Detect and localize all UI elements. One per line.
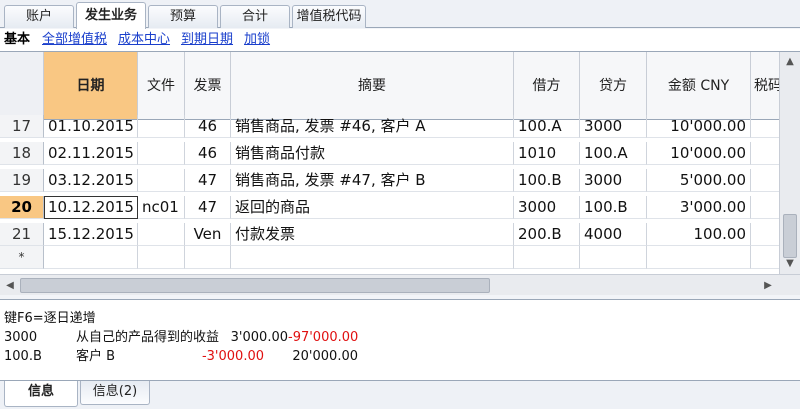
scroll-down-icon[interactable]: ▼ bbox=[782, 256, 798, 272]
cell-debit[interactable] bbox=[514, 246, 580, 269]
view-current[interactable]: 基本 bbox=[4, 29, 30, 51]
column-header-amount[interactable]: 金额 CNY bbox=[647, 52, 751, 120]
row-number[interactable]: 20 bbox=[0, 196, 44, 219]
table-row-selected[interactable]: 20 10.12.2015 nc01 47 返回的商品 3000 100.B 3… bbox=[0, 196, 800, 219]
scroll-left-icon[interactable]: ◀ bbox=[2, 277, 18, 295]
view-link-all-vat[interactable]: 全部增值税 bbox=[42, 29, 107, 51]
tab-info-2[interactable]: 信息(2) bbox=[80, 381, 150, 405]
cell-credit[interactable]: 3000 bbox=[580, 115, 647, 138]
cell-doc[interactable] bbox=[138, 142, 185, 165]
row-number[interactable]: 21 bbox=[0, 223, 44, 246]
cell-amount[interactable]: 100.00 bbox=[647, 223, 751, 246]
cell-invoice[interactable]: Ven bbox=[185, 223, 231, 246]
cell-date-focused[interactable]: 10.12.2015 bbox=[44, 196, 138, 219]
cell-description[interactable]: 付款发票 bbox=[231, 223, 514, 246]
column-header-credit[interactable]: 贷方 bbox=[580, 52, 647, 120]
cell-date[interactable]: 03.12.2015 bbox=[44, 169, 138, 192]
cell-date[interactable]: 01.10.2015 bbox=[44, 115, 138, 138]
cell-amount[interactable]: 10'000.00 bbox=[647, 142, 751, 165]
info-line: 100.B 客户 B -3'000.00 20'000.00 bbox=[4, 348, 384, 365]
cell-date[interactable] bbox=[44, 246, 138, 269]
cell-description[interactable] bbox=[231, 246, 514, 269]
cell-debit[interactable]: 3000 bbox=[514, 196, 580, 219]
row-number[interactable]: * bbox=[0, 246, 44, 269]
table-row[interactable]: 18 02.11.2015 46 销售商品付款 1010 100.A 10'00… bbox=[0, 142, 800, 165]
row-number[interactable]: 18 bbox=[0, 142, 44, 165]
view-link-cost-center[interactable]: 成本中心 bbox=[118, 29, 170, 51]
info-balance: 20'000.00 bbox=[292, 349, 358, 364]
info-balance: -97'000.00 bbox=[288, 330, 359, 345]
info-hint: 键F6=逐日递增 bbox=[4, 311, 96, 326]
cell-description[interactable]: 销售商品付款 bbox=[231, 142, 514, 165]
app-window: 账户 发生业务 预算 合计 增值税代码 基本 全部增值税 成本中心 到期日期 加… bbox=[0, 0, 800, 409]
info-amount: 3'000.00 bbox=[230, 330, 288, 345]
column-header-debit[interactable]: 借方 bbox=[514, 52, 580, 120]
column-header-date[interactable]: 日期 bbox=[44, 52, 138, 120]
table-row[interactable]: 19 03.12.2015 47 销售商品, 发票 #47, 客户 B 100.… bbox=[0, 169, 800, 192]
info-panel: 键F6=逐日递增 3000 从自己的产品得到的收益 3'000.00 -97'0… bbox=[0, 299, 800, 381]
cell-credit[interactable]: 3000 bbox=[580, 169, 647, 192]
info-description: 从自己的产品得到的收益 bbox=[76, 330, 220, 345]
cell-doc[interactable] bbox=[138, 223, 185, 246]
scroll-right-icon[interactable]: ▶ bbox=[760, 277, 776, 295]
vertical-scroll-thumb[interactable] bbox=[783, 214, 797, 258]
tab-bar: 账户 发生业务 预算 合计 增值税代码 bbox=[0, 0, 800, 29]
cell-debit[interactable]: 1010 bbox=[514, 142, 580, 165]
view-link-lock[interactable]: 加锁 bbox=[244, 29, 270, 51]
cell-description[interactable]: 返回的商品 bbox=[231, 196, 514, 219]
table-row[interactable]: 17 01.10.2015 46 销售商品, 发票 #46, 客户 A 100.… bbox=[0, 115, 800, 138]
transactions-table: 日期 文件 发票 摘要 借方 贷方 金额 CNY 税码 17 01.10.201… bbox=[0, 51, 800, 295]
cell-debit[interactable]: 100.A bbox=[514, 115, 580, 138]
bottom-tab-bar: 信息 信息(2) bbox=[0, 381, 800, 409]
tab-info[interactable]: 信息 bbox=[4, 381, 78, 407]
info-description: 客户 B bbox=[76, 349, 116, 364]
row-number[interactable]: 17 bbox=[0, 115, 44, 138]
tab-accounts[interactable]: 账户 bbox=[4, 5, 74, 28]
column-header-invoice[interactable]: 发票 bbox=[185, 52, 231, 120]
table-row[interactable]: 21 15.12.2015 Ven 付款发票 200.B 4000 100.00 bbox=[0, 223, 800, 246]
cell-description[interactable]: 销售商品, 发票 #46, 客户 A bbox=[231, 115, 514, 138]
row-number[interactable]: 19 bbox=[0, 169, 44, 192]
vertical-scrollbar[interactable]: ▲ ▼ bbox=[779, 52, 800, 274]
cell-amount[interactable]: 5'000.00 bbox=[647, 169, 751, 192]
info-amount: -3'000.00 bbox=[201, 349, 264, 364]
cell-invoice[interactable]: 46 bbox=[185, 142, 231, 165]
cell-invoice[interactable]: 46 bbox=[185, 115, 231, 138]
horizontal-scrollbar[interactable]: ◀ ▶ bbox=[0, 274, 800, 295]
info-account: 3000 bbox=[4, 330, 38, 345]
column-header-description[interactable]: 摘要 bbox=[231, 52, 514, 120]
cell-date[interactable]: 02.11.2015 bbox=[44, 142, 138, 165]
cell-doc[interactable]: nc01 bbox=[138, 196, 185, 219]
cell-credit[interactable]: 4000 bbox=[580, 223, 647, 246]
cell-debit[interactable]: 200.B bbox=[514, 223, 580, 246]
tab-totals[interactable]: 合计 bbox=[220, 5, 290, 28]
view-selector: 基本 全部增值税 成本中心 到期日期 加锁 bbox=[0, 29, 800, 51]
cell-credit[interactable] bbox=[580, 246, 647, 269]
cell-amount[interactable] bbox=[647, 246, 751, 269]
cell-debit[interactable]: 100.B bbox=[514, 169, 580, 192]
column-header-doc[interactable]: 文件 bbox=[138, 52, 185, 120]
cell-amount[interactable]: 10'000.00 bbox=[647, 115, 751, 138]
cell-invoice[interactable]: 47 bbox=[185, 196, 231, 219]
cell-credit[interactable]: 100.B bbox=[580, 196, 647, 219]
cell-description[interactable]: 销售商品, 发票 #47, 客户 B bbox=[231, 169, 514, 192]
tab-vat-codes[interactable]: 增值税代码 bbox=[292, 5, 366, 28]
cell-invoice[interactable]: 47 bbox=[185, 169, 231, 192]
view-link-due-date[interactable]: 到期日期 bbox=[181, 29, 233, 51]
info-line: 3000 从自己的产品得到的收益 3'000.00 -97'000.00 bbox=[4, 329, 384, 346]
table-row-new[interactable]: * bbox=[0, 246, 800, 269]
cell-doc[interactable] bbox=[138, 115, 185, 138]
cell-invoice[interactable] bbox=[185, 246, 231, 269]
tab-transactions[interactable]: 发生业务 bbox=[76, 2, 146, 29]
column-header-rownum bbox=[0, 52, 44, 120]
cell-date[interactable]: 15.12.2015 bbox=[44, 223, 138, 246]
info-account: 100.B bbox=[4, 349, 42, 364]
scroll-up-icon[interactable]: ▲ bbox=[782, 54, 798, 70]
cell-doc[interactable] bbox=[138, 169, 185, 192]
cell-credit[interactable]: 100.A bbox=[580, 142, 647, 165]
tab-budget[interactable]: 预算 bbox=[148, 5, 218, 28]
horizontal-scroll-thumb[interactable] bbox=[20, 278, 490, 293]
cell-doc[interactable] bbox=[138, 246, 185, 269]
cell-amount[interactable]: 3'000.00 bbox=[647, 196, 751, 219]
